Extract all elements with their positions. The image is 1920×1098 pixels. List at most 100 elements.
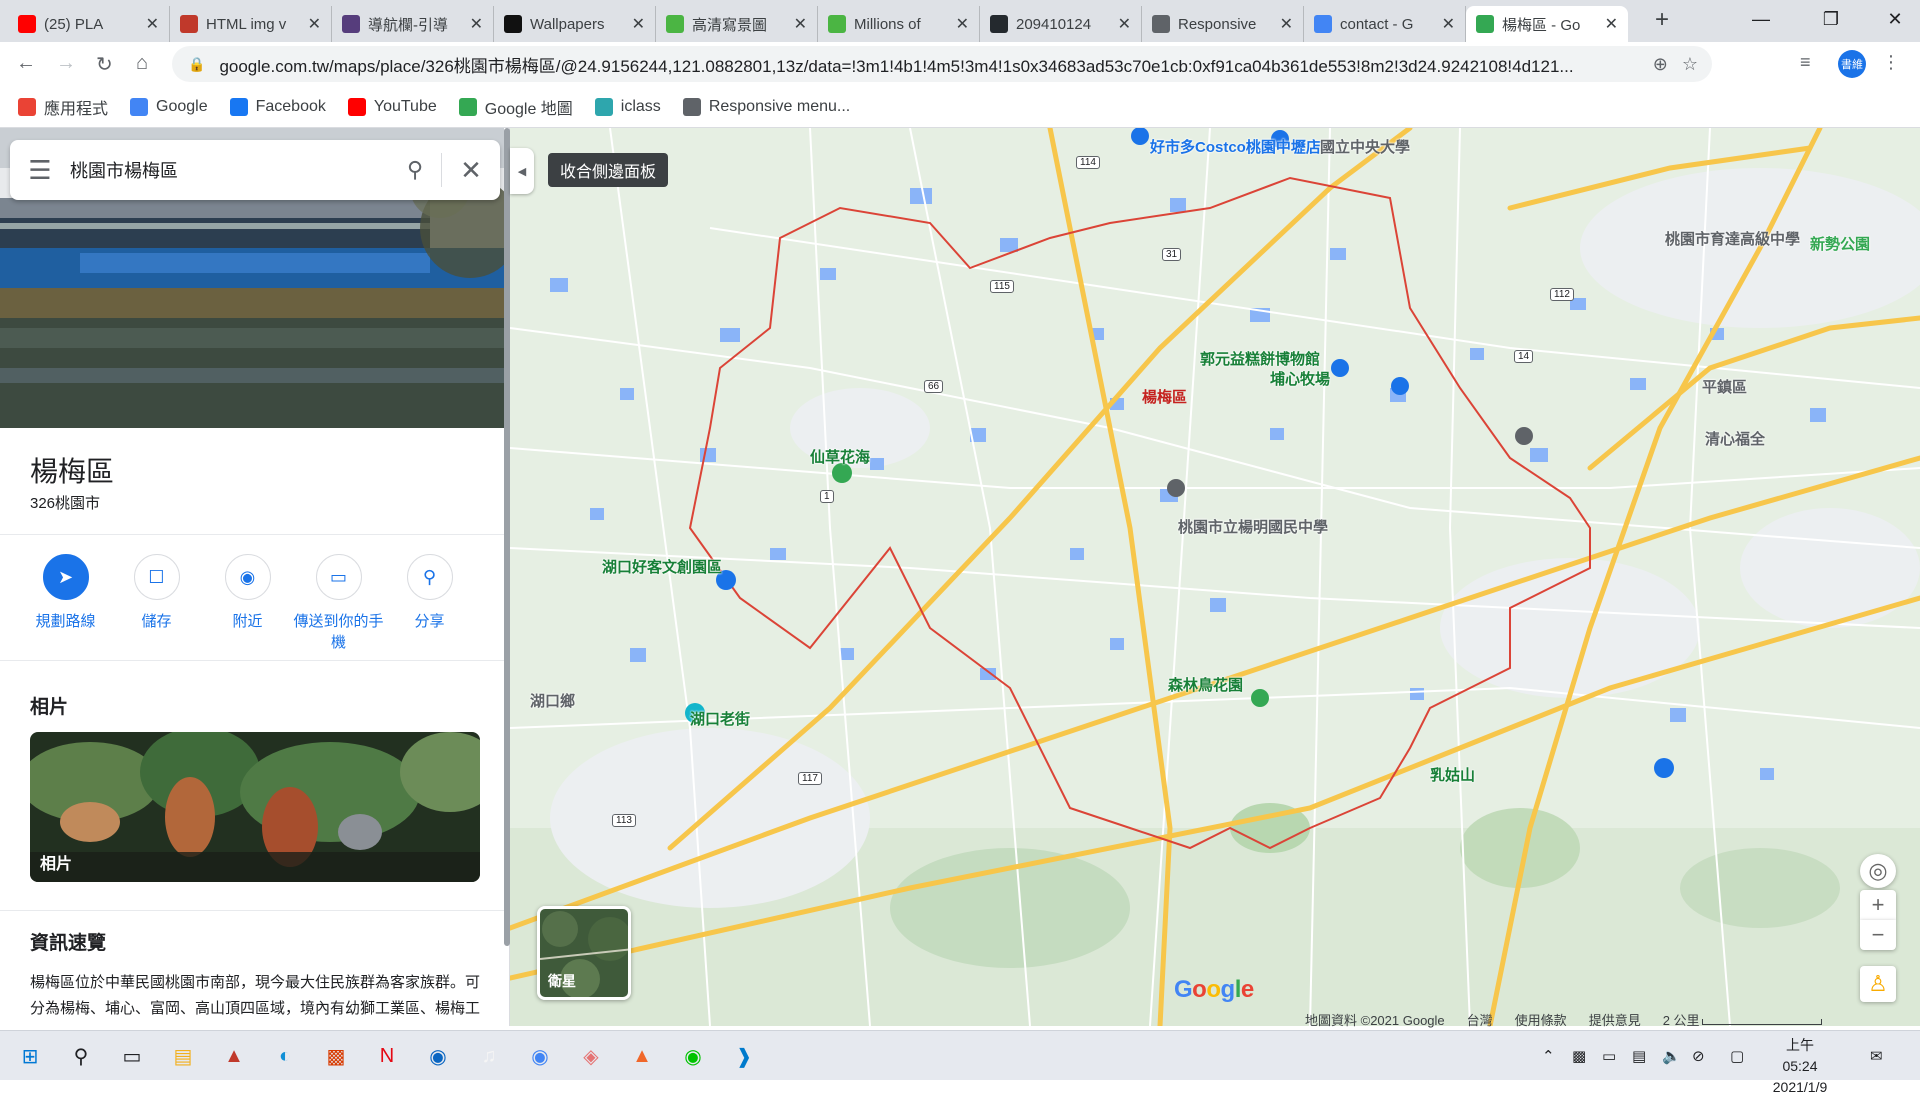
office-icon[interactable]: ▩ [316, 1037, 356, 1075]
taskbar-clock[interactable]: 上午 05:24 2021/1/9 [1768, 1035, 1832, 1098]
map-feedback[interactable]: 提供意見 [1589, 1010, 1641, 1029]
collapse-panel-button[interactable]: ◀ [510, 148, 534, 194]
menu-kebab-icon[interactable]: ⋮ [1882, 52, 1900, 73]
close-tab-icon[interactable]: ✕ [470, 14, 483, 34]
photos-thumbnail[interactable]: 相片 [30, 732, 480, 882]
search-icon[interactable]: ⚲ [61, 1037, 101, 1075]
close-tab-icon[interactable]: ✕ [1442, 14, 1455, 34]
tab-2[interactable]: 導航欄-引導 ✕ [332, 6, 494, 42]
search-input[interactable]: 桃園市楊梅區 [70, 157, 389, 183]
tab-1[interactable]: HTML img v ✕ [170, 6, 332, 42]
bookmark-6[interactable]: Responsive menu... [682, 97, 850, 116]
forward-icon[interactable]: → [56, 52, 76, 75]
share-button[interactable]: ⚲ 分享 [384, 554, 475, 652]
close-tab-icon[interactable]: ✕ [794, 14, 807, 34]
back-icon[interactable]: ← [16, 52, 36, 75]
app-red-icon[interactable]: ▲ [214, 1037, 254, 1075]
close-tab-icon[interactable]: ✕ [956, 14, 969, 34]
map-poi-label[interactable]: 郭元益糕餅博物館 [1200, 348, 1320, 369]
map-canvas[interactable]: 楊梅區 好市多Costco桃園中壢店 國立中央大學 新勢公園 桃園市育達高級中學 郭元益… [510, 128, 1920, 1026]
address-bar[interactable]: 🔒 google.com.tw/maps/place/326桃園市楊梅區/@24… [172, 46, 1712, 82]
tab-3[interactable]: Wallpapers ✕ [494, 6, 656, 42]
star-icon[interactable]: ☆ [1682, 54, 1698, 75]
close-tab-icon[interactable]: ✕ [632, 14, 645, 34]
reading-list-icon[interactable]: ≡ [1800, 52, 1811, 73]
pegman-icon[interactable]: ♙ [1860, 966, 1896, 1002]
bookmark-0[interactable]: 應用程式 [18, 95, 108, 119]
bookmark-4[interactable]: Google 地圖 [458, 95, 573, 119]
zoom-icon[interactable]: ⊕ [1653, 54, 1668, 75]
file-explorer-icon[interactable]: ▤ [163, 1037, 203, 1075]
restore-button[interactable]: ❐ [1808, 4, 1854, 34]
tab-5[interactable]: Millions of ✕ [818, 6, 980, 42]
nearby-button[interactable]: ◉ 附近 [202, 554, 293, 652]
directions-button[interactable]: ➤ 規劃路線 [20, 554, 111, 652]
send-to-phone-button[interactable]: ▭ 傳送到你的手機 [293, 554, 384, 652]
close-tab-icon[interactable]: ✕ [1280, 14, 1293, 34]
volume-icon[interactable]: 🔈 [1662, 1047, 1681, 1065]
close-tab-icon[interactable]: ✕ [1118, 14, 1131, 34]
send-to-phone-icon[interactable]: ▭ [315, 554, 362, 600]
lock-icon[interactable]: 🔒 [188, 56, 205, 73]
map-poi-label[interactable]: 湖口鄉 [530, 690, 575, 711]
map-poi-label[interactable]: 仙草花海 [810, 446, 870, 467]
tab-9[interactable]: 楊梅區 - Go ✕ [1466, 6, 1628, 42]
vscode-icon[interactable]: ❱ [724, 1037, 764, 1075]
mic-off-icon[interactable]: ⊘ [1692, 1047, 1705, 1065]
map-scale[interactable]: 2 公里 [1663, 1010, 1822, 1029]
my-location-icon[interactable]: ◎ [1860, 854, 1896, 888]
task-view-icon[interactable]: ▭ [112, 1037, 152, 1075]
map-poi-label[interactable]: 清心福全 [1705, 428, 1765, 449]
profile-avatar[interactable]: 書維 [1838, 50, 1866, 78]
map-poi-label[interactable]: 森林鳥花園 [1168, 674, 1243, 695]
map-poi-label[interactable]: 新勢公園 [1810, 233, 1870, 254]
search-icon[interactable]: ⚲ [389, 157, 441, 183]
map-poi-label[interactable]: 湖口老街 [690, 708, 750, 729]
tab-4[interactable]: 高清寫景圖 ✕ [656, 6, 818, 42]
tray-app-icon[interactable]: ▩ [1572, 1047, 1586, 1065]
bookmark-3[interactable]: YouTube [347, 97, 437, 116]
tab-6[interactable]: 209410124 ✕ [980, 6, 1142, 42]
map-poi-label[interactable]: 湖口好客文創園區 [602, 556, 722, 577]
tray-chevron-icon[interactable]: ⌃ [1542, 1047, 1555, 1065]
brave-icon[interactable]: ▲ [622, 1037, 662, 1075]
itunes-icon[interactable]: ♫ [469, 1037, 509, 1075]
bookmark-5[interactable]: iclass [594, 97, 661, 116]
map-poi-label[interactable]: 桃園市立楊明國民中學 [1178, 516, 1328, 537]
line-icon[interactable]: ◉ [673, 1037, 713, 1075]
zoom-out-button[interactable]: − [1860, 920, 1896, 950]
map-region[interactable]: 台灣 [1467, 1010, 1493, 1029]
map-poi-label[interactable]: 平鎮區 [1702, 376, 1747, 397]
share-icon[interactable]: ⚲ [406, 554, 453, 600]
instagram-icon[interactable]: ◉ [418, 1037, 458, 1075]
clear-search-icon[interactable]: ✕ [442, 155, 500, 186]
hamburger-menu-icon[interactable]: ☰ [10, 155, 70, 186]
network-icon[interactable]: ▤ [1632, 1047, 1646, 1065]
map-poi-label[interactable]: 埔心牧場 [1270, 368, 1330, 389]
notification-icon[interactable]: ✉ [1870, 1047, 1883, 1065]
map-poi-label[interactable]: 乳姑山 [1430, 764, 1475, 785]
close-tab-icon[interactable]: ✕ [308, 14, 321, 34]
edge-icon[interactable]: ◐ [265, 1037, 305, 1075]
directions-icon[interactable]: ➤ [42, 554, 89, 600]
netflix-icon[interactable]: N [367, 1037, 407, 1075]
close-window-button[interactable]: ✕ [1872, 4, 1918, 34]
tab-0[interactable]: (25) PLA ✕ [8, 6, 170, 42]
input-method-icon[interactable]: ▢ [1730, 1047, 1744, 1065]
tab-7[interactable]: Responsive ✕ [1142, 6, 1304, 42]
reload-icon[interactable]: ↻ [96, 52, 113, 77]
battery-icon[interactable]: ▭ [1602, 1047, 1616, 1065]
bookmark-2[interactable]: Facebook [229, 97, 326, 116]
bookmark-button[interactable]: ☐ 儲存 [111, 554, 202, 652]
minimize-button[interactable]: — [1738, 4, 1784, 34]
search-box[interactable]: ☰ 桃園市楊梅區 ⚲ ✕ [10, 140, 500, 200]
close-tab-icon[interactable]: ✕ [146, 14, 159, 34]
tab-8[interactable]: contact - G ✕ [1304, 6, 1466, 42]
map-poi-label[interactable]: 國立中央大學 [1320, 136, 1410, 157]
chrome-icon[interactable]: ◉ [520, 1037, 560, 1075]
map-terms[interactable]: 使用條款 [1515, 1010, 1567, 1029]
nearby-icon[interactable]: ◉ [224, 554, 271, 600]
bookmark-icon[interactable]: ☐ [133, 554, 180, 600]
zoom-in-button[interactable]: + [1860, 890, 1896, 920]
home-icon[interactable]: ⌂ [136, 52, 148, 75]
